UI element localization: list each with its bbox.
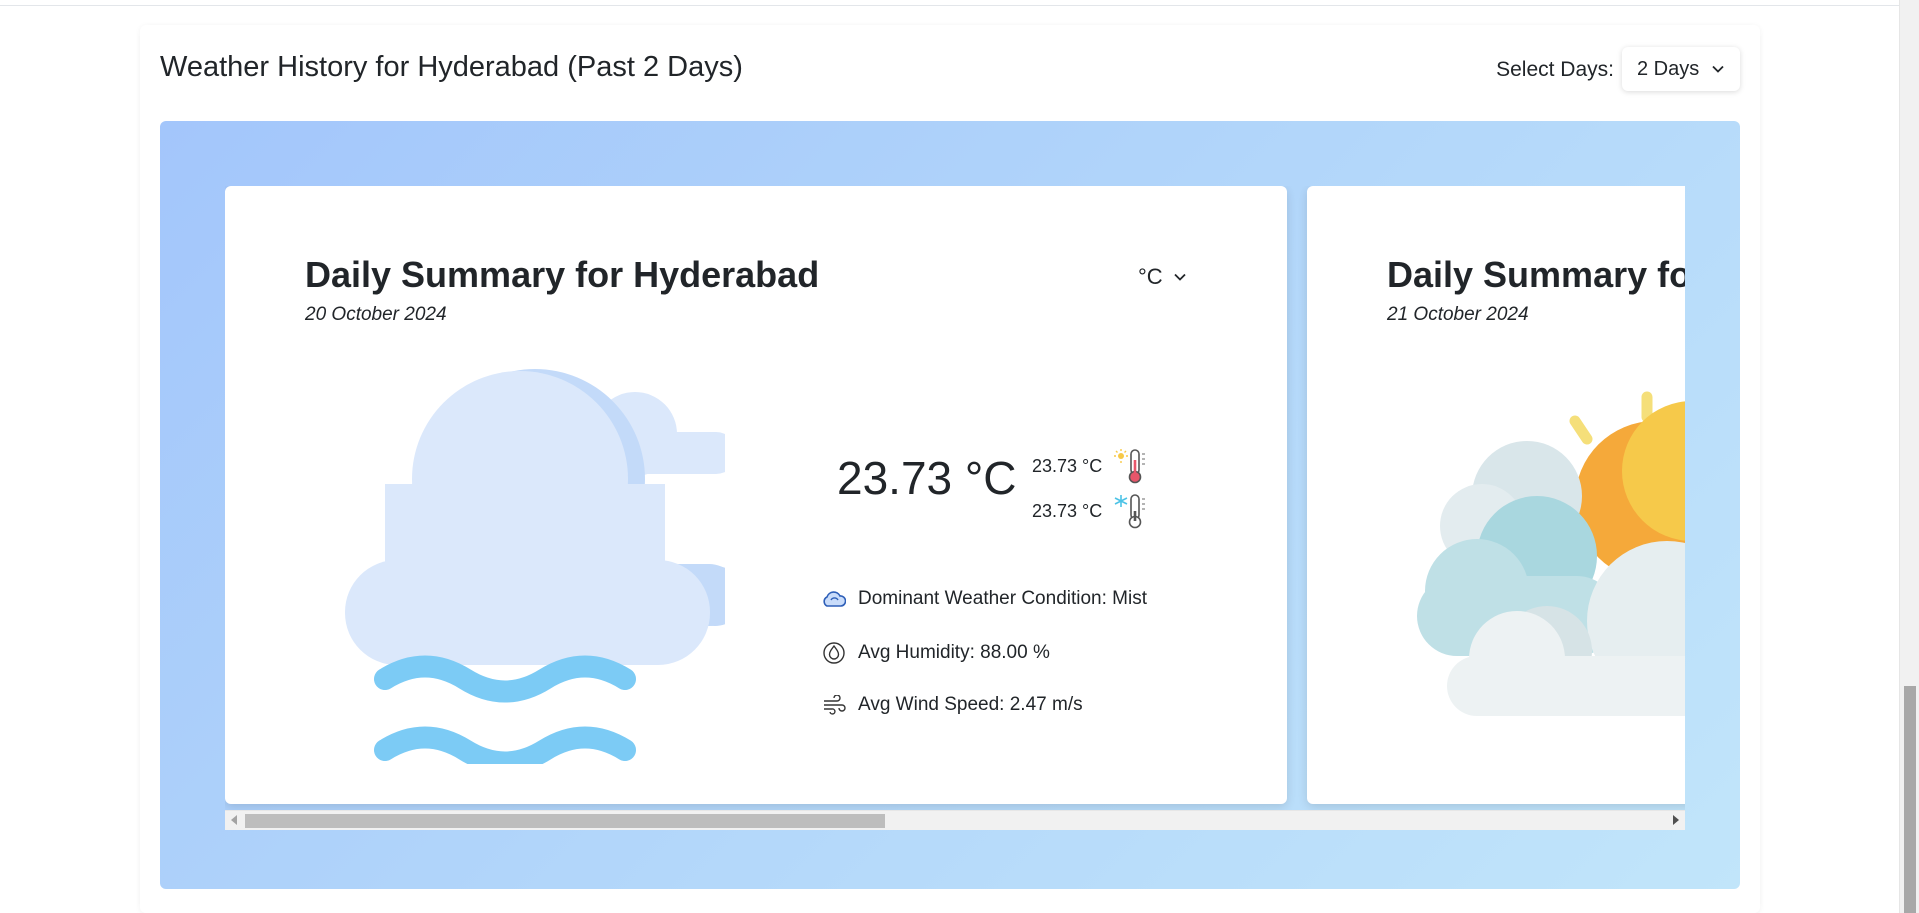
card-date: 21 October 2024 — [1387, 304, 1529, 325]
max-temperature-row: 23.73 °C — [1032, 448, 1148, 484]
max-temperature: 23.73 °C — [1032, 455, 1103, 476]
card-title: Daily Summary for Hyderabad — [305, 254, 820, 295]
scroll-left-arrow-icon[interactable] — [231, 815, 237, 825]
wind-icon — [824, 695, 846, 715]
thermometer-cold-icon — [1114, 494, 1146, 529]
humidity-drop-icon — [823, 642, 845, 664]
daily-summary-carousel: Daily Summary for Hyderabad 20 October 2… — [160, 121, 1740, 889]
weather-history-panel: Weather History for Hyderabad (Past 2 Da… — [140, 25, 1760, 913]
avg-humidity: Avg Humidity: 88.00 % — [858, 642, 1050, 663]
wind-row: Avg Wind Speed: 2.47 m/s — [822, 694, 1083, 716]
weather-condition: Dominant Weather Condition: Mist — [858, 588, 1147, 609]
horizontal-scroll-thumb[interactable] — [245, 814, 885, 828]
chevron-down-icon — [1712, 65, 1724, 73]
page-title: Weather History for Hyderabad (Past 2 Da… — [160, 51, 743, 83]
avg-wind-speed: Avg Wind Speed: 2.47 m/s — [858, 694, 1083, 715]
thermometer-hot-icon — [1114, 449, 1146, 484]
carousel-scroll-area[interactable]: Daily Summary for Hyderabad 20 October 2… — [225, 186, 1685, 830]
weather-condition-row: Dominant Weather Condition: Mist — [822, 588, 1147, 610]
card-date: 20 October 2024 — [305, 304, 447, 325]
select-days-dropdown[interactable]: 2 Days — [1622, 47, 1740, 91]
card-title: Daily Summary for Hyderabad — [1387, 254, 1685, 295]
page-scroll-thumb[interactable] — [1904, 686, 1916, 913]
partly-cloudy-sun-icon — [1417, 391, 1685, 716]
average-temperature: 23.73 °C — [837, 452, 1017, 504]
select-days-value: 2 Days — [1637, 57, 1700, 80]
daily-summary-card: Daily Summary for Hyderabad 20 October 2… — [225, 186, 1287, 804]
select-days-label: Select Days: — [1496, 58, 1614, 81]
daily-summary-card: Daily Summary for Hyderabad 21 October 2… — [1307, 186, 1685, 804]
unit-value: °C — [1138, 264, 1163, 289]
cloud-icon — [823, 591, 846, 607]
page-scrollbar[interactable] — [1899, 0, 1919, 913]
scroll-right-arrow-icon[interactable] — [1673, 815, 1679, 825]
horizontal-scrollbar[interactable] — [225, 810, 1685, 830]
chevron-down-icon — [1174, 273, 1186, 281]
humidity-row: Avg Humidity: 88.00 % — [822, 641, 1050, 665]
top-divider — [0, 0, 1899, 6]
min-temperature-row: 23.73 °C — [1032, 493, 1148, 529]
unit-select-dropdown[interactable]: °C — [1138, 264, 1187, 290]
min-temperature: 23.73 °C — [1032, 500, 1103, 521]
mist-cloud-icon — [345, 369, 725, 764]
